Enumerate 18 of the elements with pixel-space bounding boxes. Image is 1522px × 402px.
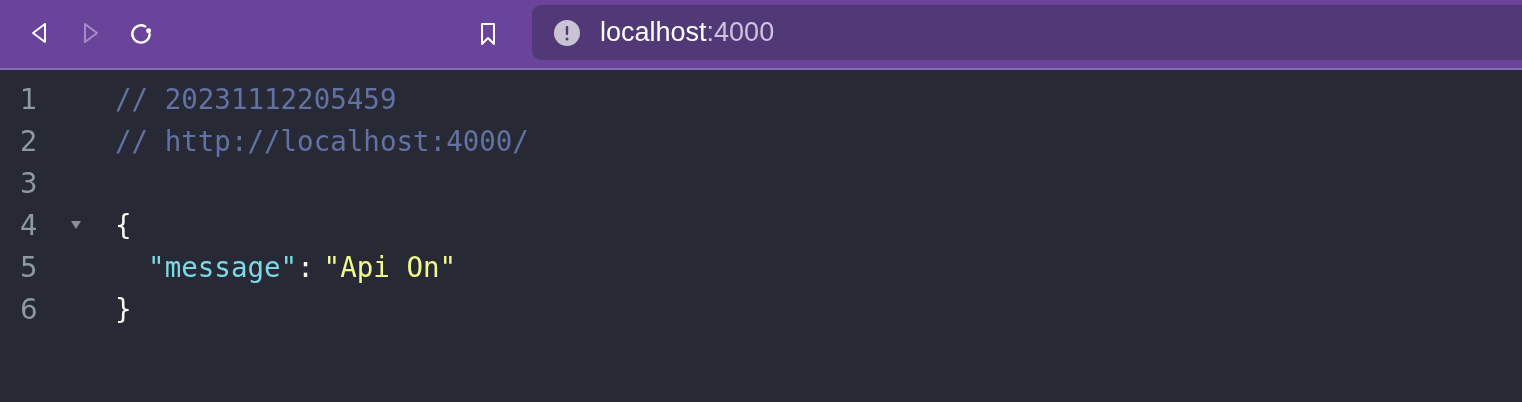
line-number: 2 bbox=[20, 125, 39, 157]
json-key: "message" bbox=[148, 251, 298, 283]
info-icon bbox=[554, 19, 580, 46]
url-text: localhost:4000 bbox=[600, 17, 775, 48]
json-punctuation: } bbox=[115, 293, 132, 325]
line-number: 5 bbox=[20, 251, 39, 283]
line-number: 1 bbox=[20, 83, 39, 115]
line-number: 6 bbox=[20, 293, 39, 325]
fold-toggle-icon[interactable] bbox=[70, 220, 82, 230]
code-comment: // 20231112205459 bbox=[115, 83, 397, 115]
line-number: 4 bbox=[20, 209, 39, 241]
reload-icon bbox=[128, 21, 154, 47]
line-number: 3 bbox=[20, 167, 39, 199]
json-punctuation: { bbox=[115, 209, 132, 241]
json-punctuation: : bbox=[297, 251, 314, 283]
code-comment: // http://localhost:4000/ bbox=[115, 125, 529, 157]
address-bar[interactable]: localhost:4000 bbox=[532, 5, 1522, 60]
json-string: "Api On" bbox=[323, 251, 457, 283]
